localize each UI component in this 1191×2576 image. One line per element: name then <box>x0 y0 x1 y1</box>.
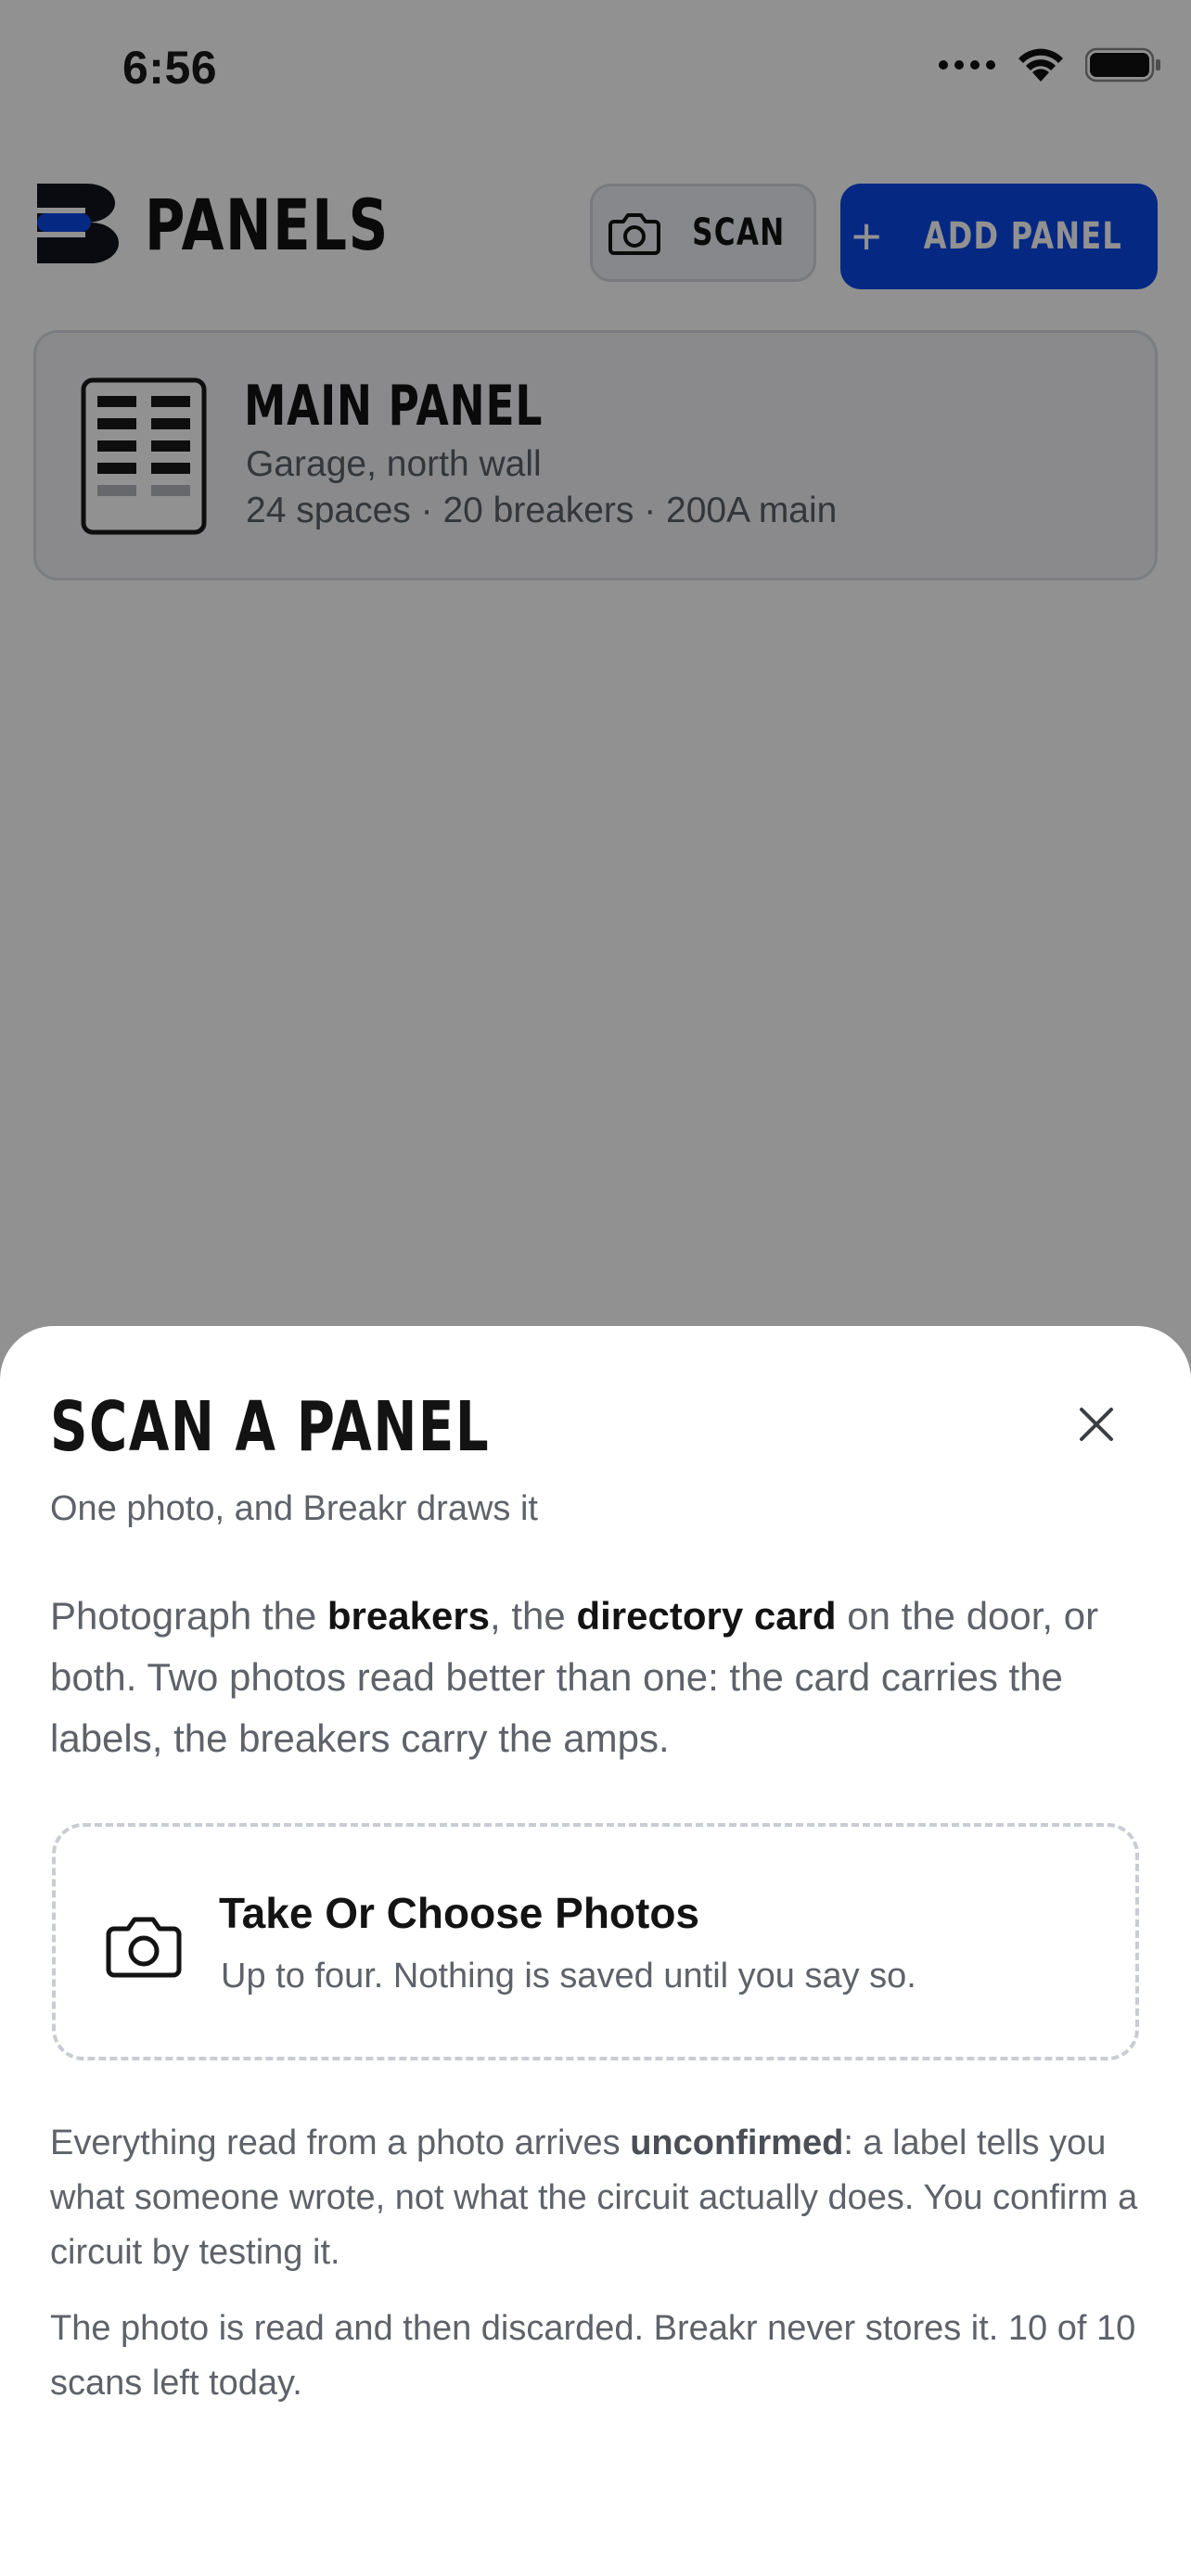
picker-subtitle: Up to four. Nothing is saved until you s… <box>221 1957 916 1996</box>
scan-panel-sheet: SCAN A PANEL One photo, and Breakr draws… <box>0 1326 1191 2576</box>
intro-emphasis-directory-card: directory card <box>576 1594 837 1638</box>
intro-emphasis-breakers: breakers <box>327 1594 491 1638</box>
privacy-note: The photo is read and then discarded. Br… <box>50 2309 1136 2403</box>
sheet-subtitle: One photo, and Breakr draws it <box>50 1489 538 1528</box>
sheet-title: SCAN A PANEL <box>50 1387 491 1467</box>
picker-title: Take Or Choose Photos <box>219 1889 700 1937</box>
take-or-choose-photos-button[interactable]: Take Or Choose Photos Up to four. Nothin… <box>52 1823 1139 2060</box>
note-emphasis-unconfirmed: unconfirmed <box>630 2123 844 2162</box>
close-icon[interactable] <box>1069 1396 1124 1452</box>
camera-icon <box>106 1917 182 1978</box>
sheet-intro: Photograph the breakers, the directory c… <box>50 1594 1099 1760</box>
unconfirmed-note: Everything read from a photo arrives unc… <box>50 2123 1138 2272</box>
